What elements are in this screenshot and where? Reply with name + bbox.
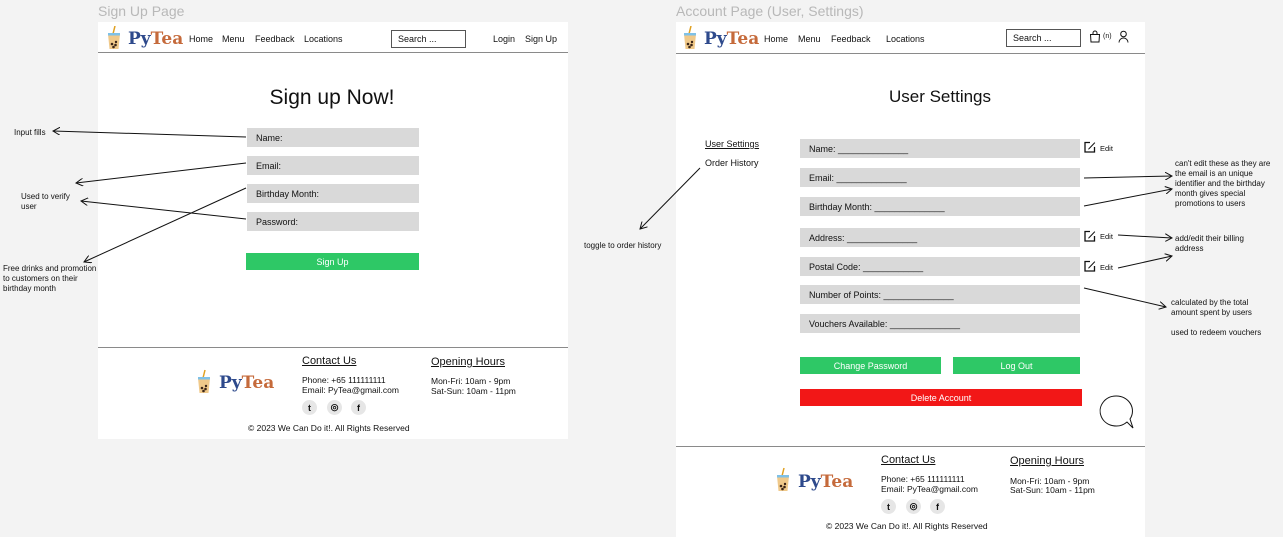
annotation-arrows: [0, 0, 1283, 537]
